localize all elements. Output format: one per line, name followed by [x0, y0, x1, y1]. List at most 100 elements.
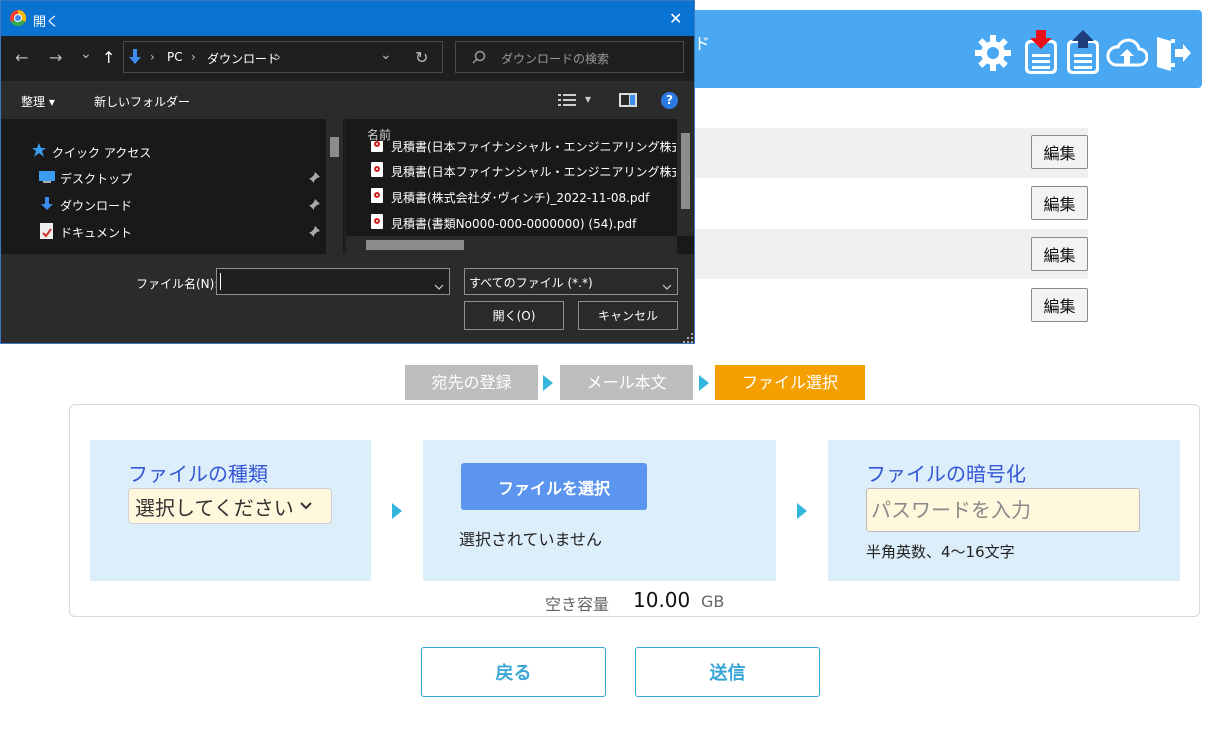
chevron-down-icon	[300, 498, 312, 514]
file-name: 見積書(日本ファイナンシャル・エンジニアリング株式会社	[391, 165, 676, 179]
password-input[interactable]	[866, 488, 1140, 532]
file-type-select-value: 選択してください	[135, 495, 294, 520]
file-type-filter-value: すべてのファイル (*.*)	[469, 276, 593, 290]
browser-app-icon	[10, 9, 27, 29]
new-folder-button[interactable]: 新しいフォルダー	[94, 93, 190, 110]
file-list: 見積書(日本ファイナンシャル・エンジニアリング株式会社 見積書(日本ファイナンシ…	[346, 141, 676, 233]
preview-pane-icon[interactable]	[619, 93, 637, 110]
file-type-select[interactable]: 選択してください	[128, 488, 332, 524]
pin-icon[interactable]	[309, 199, 320, 213]
pdf-file-icon	[371, 188, 383, 203]
file-vertical-scrollbar[interactable]	[677, 119, 694, 236]
address-bar[interactable]: › PC › ダウンロード › ⌄ ↻	[123, 41, 443, 73]
resize-grip-icon[interactable]	[683, 332, 693, 343]
back-arrow-icon[interactable]: ←	[15, 48, 28, 67]
upload-list-icon[interactable]	[1062, 30, 1104, 76]
search-icon	[472, 50, 486, 67]
choose-file-button[interactable]: ファイルを選択	[461, 463, 647, 510]
breadcrumb-separator: ›	[276, 50, 281, 64]
send-button[interactable]: 送信	[635, 647, 820, 697]
capacity-unit: GB	[701, 592, 725, 611]
cloud-upload-icon[interactable]	[1106, 30, 1148, 76]
nav-item-documents[interactable]: ドキュメント	[60, 224, 132, 241]
file-row[interactable]: 見積書(日本ファイナンシャル・エンジニアリング株式会社	[346, 141, 676, 156]
text-caret	[220, 273, 221, 290]
search-placeholder: ダウンロードの検索	[501, 52, 610, 66]
list-row	[695, 229, 1088, 279]
up-folder-icon[interactable]: ↑	[102, 48, 115, 67]
back-button[interactable]: 戻る	[421, 647, 606, 697]
document-icon	[40, 223, 53, 242]
chevron-down-icon[interactable]	[434, 279, 444, 293]
download-list-icon[interactable]	[1020, 30, 1062, 76]
file-row[interactable]: 見積書(書類No000-000-0000000) (54).pdf	[346, 211, 676, 233]
file-select-card	[423, 440, 776, 581]
list-row	[695, 128, 1088, 178]
address-dropdown-icon[interactable]: ⌄	[380, 47, 392, 63]
file-horizontal-scrollbar[interactable]	[346, 236, 677, 254]
nav-item-desktop[interactable]: デスクトップ	[60, 170, 132, 187]
flow-arrow-icon	[392, 503, 402, 519]
cancel-button[interactable]: キャンセル	[578, 301, 678, 330]
breadcrumb-separator: ›	[191, 50, 196, 64]
recent-locations-icon[interactable]: ⌄	[80, 46, 92, 62]
download-icon	[41, 197, 53, 214]
pdf-file-icon	[371, 214, 383, 229]
gear-icon[interactable]	[972, 30, 1014, 76]
breadcrumb-pc[interactable]: PC	[167, 50, 183, 64]
file-type-title: ファイルの種類	[128, 462, 268, 486]
step-mail-body: メール本文	[560, 365, 693, 400]
header-title-fragment: ド	[694, 34, 711, 53]
file-name: 見積書(日本ファイナンシャル・エンジニアリング株式会社	[391, 141, 676, 154]
logout-icon[interactable]	[1152, 30, 1194, 76]
pdf-file-icon	[371, 141, 383, 152]
password-hint: 半角英数、4〜16文字	[866, 543, 1015, 561]
forward-arrow-icon[interactable]: →	[49, 48, 62, 67]
capacity-value: 10.00	[633, 588, 691, 612]
file-list-pane: 名前 見積書(日本ファイナンシャル・エンジニアリング株式会社 見積書(日本ファイ…	[346, 119, 694, 254]
file-hscroll-thumb[interactable]	[366, 240, 464, 250]
flow-arrow-icon	[797, 503, 807, 519]
nav-item-quick-access[interactable]: クイック アクセス	[52, 144, 151, 161]
search-box[interactable]: ダウンロードの検索	[455, 41, 684, 73]
nav-scrollbar[interactable]	[326, 119, 343, 254]
step-arrow-icon	[699, 375, 709, 391]
star-icon	[32, 143, 46, 160]
nav-scrollbar-thumb[interactable]	[330, 137, 339, 157]
file-name: 見積書(株式会社ダ･ヴィンチ)_2022-11-08.pdf	[391, 191, 650, 205]
open-button[interactable]: 開く(O)	[464, 301, 564, 330]
help-icon[interactable]: ?	[661, 92, 678, 109]
file-select-status: 選択されていません	[459, 530, 603, 549]
edit-button[interactable]: 編集	[1031, 186, 1088, 220]
chevron-down-icon	[662, 279, 672, 293]
breadcrumb-downloads[interactable]: ダウンロード	[207, 50, 279, 67]
pdf-file-icon	[371, 162, 383, 177]
organize-button[interactable]: 整理 ▾	[21, 93, 55, 110]
file-name: 見積書(書類No000-000-0000000) (54).pdf	[391, 217, 637, 231]
view-options-icon[interactable]	[558, 94, 576, 109]
refresh-icon[interactable]: ↻	[415, 48, 428, 67]
edit-button[interactable]: 編集	[1031, 288, 1088, 322]
dialog-titlebar: 開く ✕	[1, 1, 694, 36]
nav-item-downloads[interactable]: ダウンロード	[60, 197, 132, 214]
breadcrumb-separator: ›	[150, 50, 155, 64]
close-icon[interactable]: ✕	[669, 9, 682, 28]
file-row[interactable]: 見積書(日本ファイナンシャル・エンジニアリング株式会社	[346, 159, 676, 181]
file-open-dialog: 開く ✕ ← → ⌄ ↑ › PC › ダウンロード › ⌄ ↻ ダウンロードの…	[0, 0, 695, 344]
edit-button[interactable]: 編集	[1031, 237, 1088, 271]
dialog-toolbar: 整理 ▾ 新しいフォルダー ▾ ?	[1, 81, 694, 119]
step-recipients: 宛先の登録	[405, 365, 538, 400]
capacity-label: 空き容量	[545, 595, 610, 614]
dialog-title: 開く	[33, 15, 60, 30]
view-dropdown-icon[interactable]: ▾	[585, 92, 591, 106]
edit-button[interactable]: 編集	[1031, 135, 1088, 169]
pin-icon[interactable]	[309, 172, 320, 186]
filename-input[interactable]	[216, 268, 450, 295]
list-row	[695, 280, 1088, 330]
pin-icon[interactable]	[309, 226, 320, 240]
file-vscroll-thumb[interactable]	[681, 133, 690, 209]
step-arrow-icon	[543, 375, 553, 391]
file-type-filter[interactable]: すべてのファイル (*.*)	[464, 268, 678, 295]
file-row[interactable]: 見積書(株式会社ダ･ヴィンチ)_2022-11-08.pdf	[346, 185, 676, 207]
dialog-footer: ファイル名(N): すべてのファイル (*.*)	[1, 254, 694, 343]
